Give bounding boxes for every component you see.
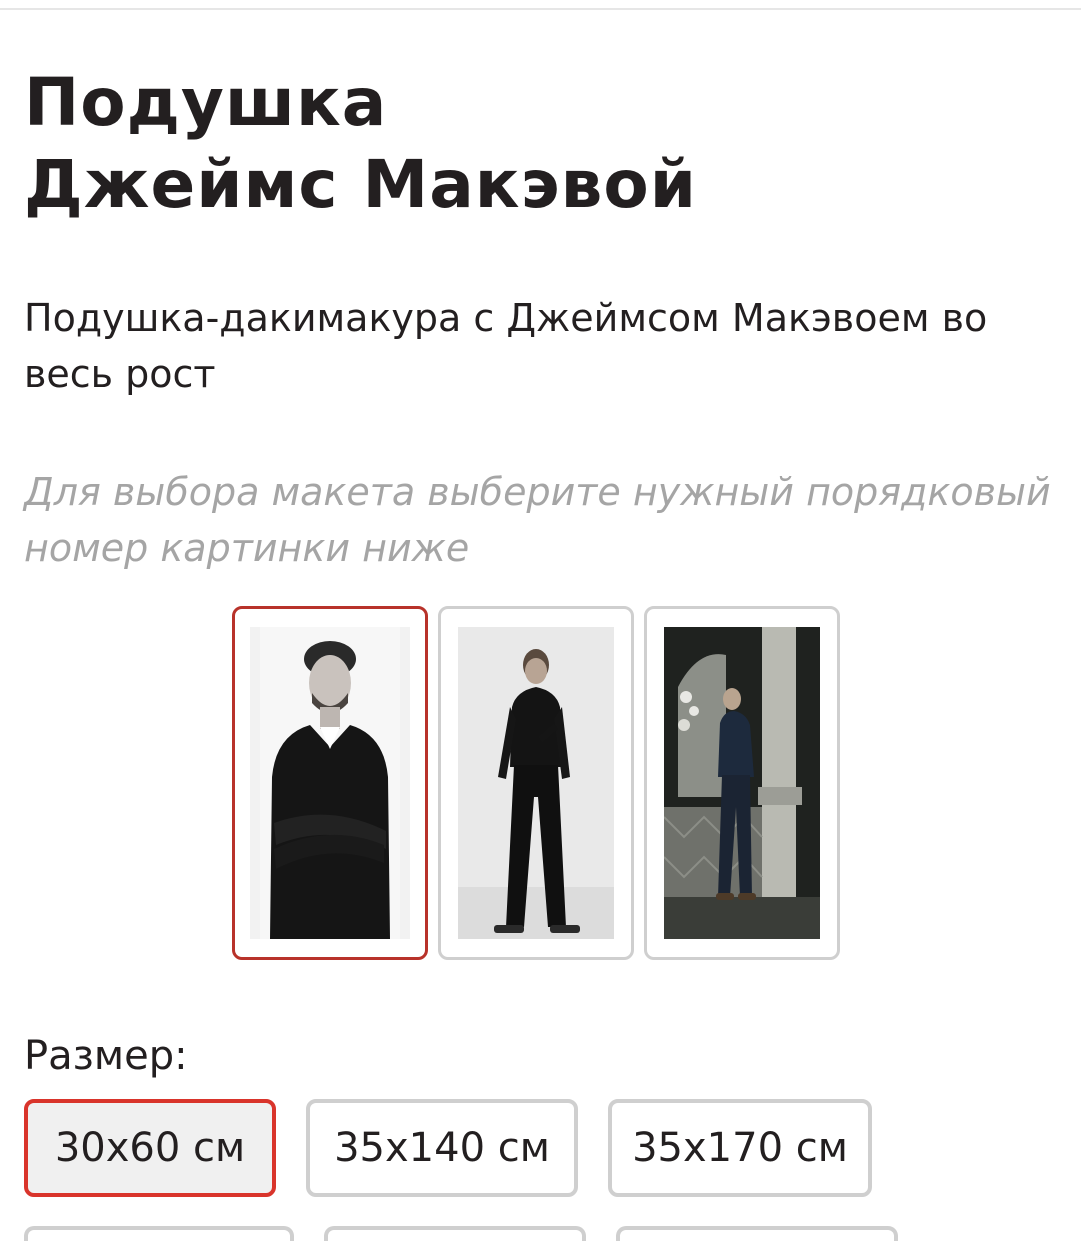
size-option-35x170[interactable]: 35x170 см (608, 1099, 872, 1197)
top-divider (0, 8, 1081, 10)
portrait-photo-1 (250, 627, 410, 939)
layout-thumbnail-1[interactable] (232, 606, 428, 960)
size-label: Размер: (24, 1033, 188, 1079)
layout-thumbnail-2[interactable] (438, 606, 634, 960)
portrait-photo-2 (458, 627, 614, 939)
size-option-peek-2[interactable] (324, 1226, 586, 1241)
size-option-30x60[interactable]: 30x60 см (24, 1099, 276, 1197)
product-title: Подушка Джеймс Макэвой (24, 62, 697, 226)
size-option-peek-3[interactable] (616, 1226, 898, 1241)
size-options: 30x60 см 35x140 см 35x170 см (24, 1099, 872, 1197)
portrait-photo-3 (664, 627, 820, 939)
layout-thumbnail-3[interactable] (644, 606, 840, 960)
size-option-35x140[interactable]: 35x140 см (306, 1099, 578, 1197)
layout-thumbnails (232, 606, 840, 960)
product-title-line2: Джеймс Макэвой (24, 146, 698, 223)
size-options-row2 (24, 1226, 898, 1241)
layout-hint: Для выбора макета выберите нужный порядк… (24, 470, 1051, 570)
product-subtitle: Подушка-дакимакура с Джеймсом Макэвоем в… (24, 296, 988, 396)
product-title-line1: Подушка (24, 64, 388, 141)
size-option-peek-1[interactable] (24, 1226, 294, 1241)
